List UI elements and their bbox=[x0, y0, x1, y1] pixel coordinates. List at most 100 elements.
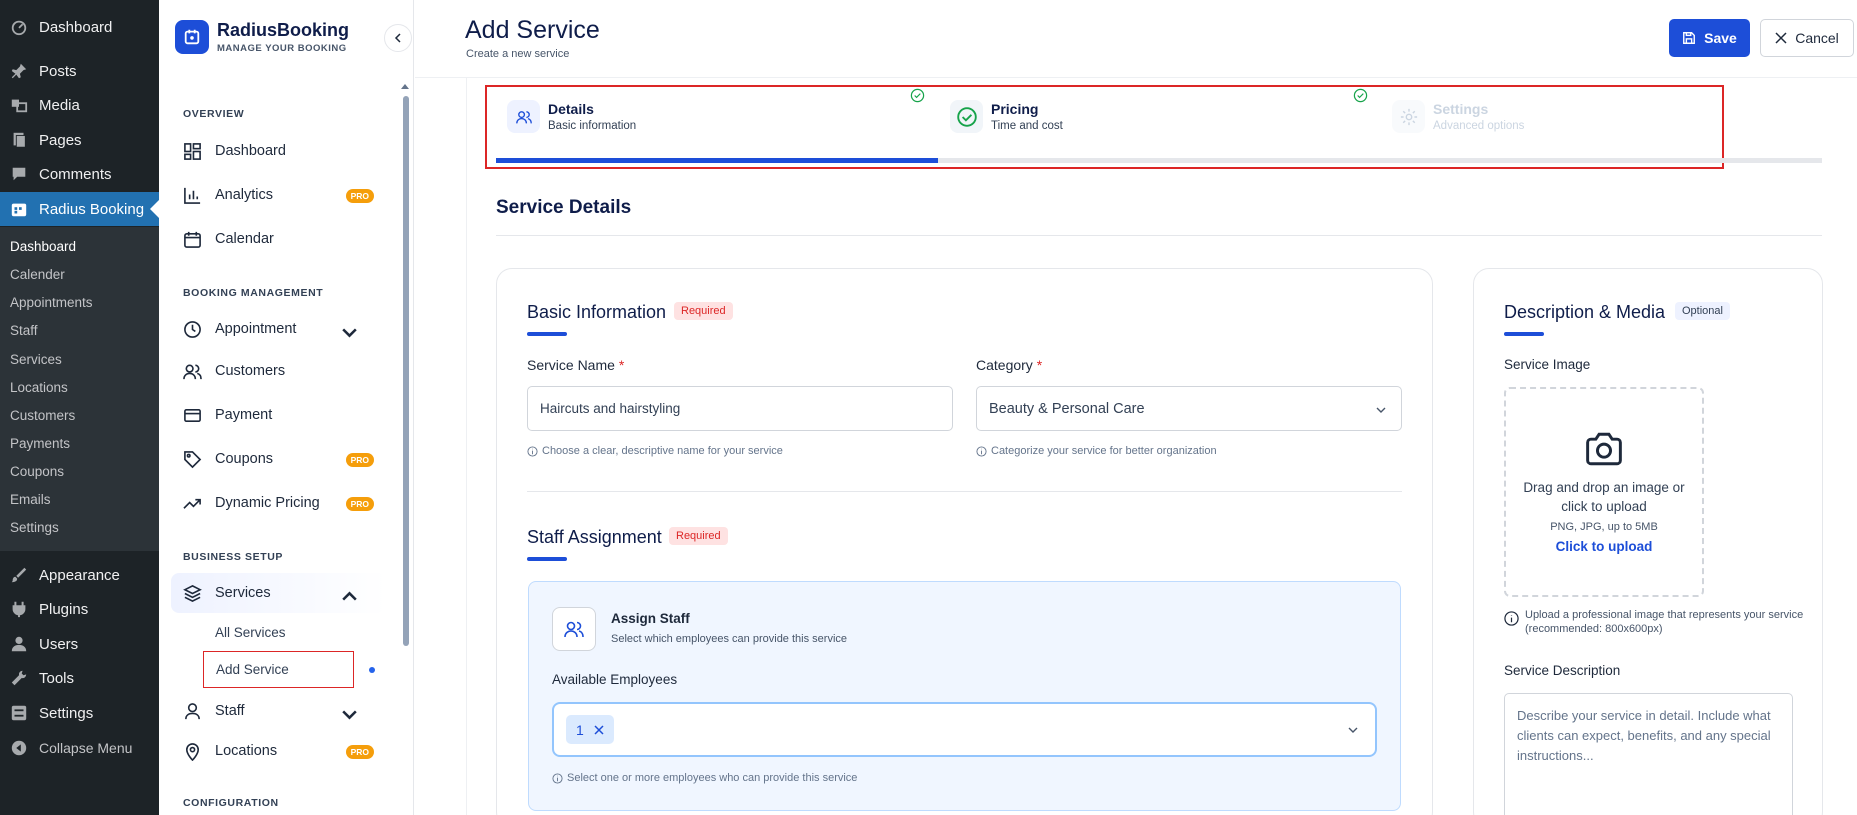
service-name-input[interactable]: Haircuts and hairstyling bbox=[527, 386, 953, 431]
nav-calendar[interactable]: Calendar bbox=[171, 219, 386, 259]
assign-staff-title: Assign Staff bbox=[611, 611, 690, 626]
chevron-down-icon bbox=[1376, 407, 1386, 413]
nav-locations[interactable]: Locations PRO bbox=[171, 731, 386, 771]
nav-dynamic-pricing[interactable]: Dynamic Pricing PRO bbox=[171, 483, 386, 523]
gear-icon bbox=[1392, 100, 1425, 133]
title-underline bbox=[1504, 332, 1544, 336]
nav-add-service[interactable]: Add Service bbox=[203, 651, 354, 688]
clock-icon bbox=[184, 320, 201, 338]
close-icon[interactable] bbox=[594, 724, 604, 735]
sidebar-collapse-button[interactable] bbox=[384, 24, 412, 52]
nav-label: Staff bbox=[215, 703, 245, 719]
scrollbar-up-arrow[interactable] bbox=[401, 84, 409, 89]
sidebar-scrollbar[interactable] bbox=[403, 96, 409, 646]
user-icon bbox=[11, 636, 27, 652]
wp-collapse-menu[interactable]: Collapse Menu bbox=[0, 731, 159, 765]
step-sub: Advanced options bbox=[1433, 120, 1525, 132]
nav-staff[interactable]: Staff bbox=[171, 691, 386, 731]
category-help: Categorize your service for better organ… bbox=[976, 445, 1217, 457]
nav-label: Add Service bbox=[216, 662, 289, 677]
close-icon bbox=[1775, 32, 1787, 44]
nav-label: Appointment bbox=[215, 321, 297, 337]
save-button[interactable]: Save bbox=[1669, 19, 1750, 57]
wp-submenu-staff[interactable]: Staff bbox=[0, 316, 159, 344]
wp-submenu-locations[interactable]: Locations bbox=[0, 373, 159, 401]
brand[interactable]: RadiusBooking MANAGE YOUR BOOKING bbox=[175, 20, 349, 54]
wp-submenu-payments[interactable]: Payments bbox=[0, 429, 159, 457]
wp-menu-posts[interactable]: Posts bbox=[0, 54, 159, 88]
image-dropzone[interactable]: Drag and drop an image or click to uploa… bbox=[1504, 387, 1704, 597]
wp-menu-comments[interactable]: Comments bbox=[0, 157, 159, 191]
required-badge: Required bbox=[674, 302, 733, 320]
nav-analytics[interactable]: Analytics PRO bbox=[171, 175, 386, 215]
wp-menu-radius-booking[interactable]: Radius Booking bbox=[0, 192, 159, 226]
optional-badge: Optional bbox=[1675, 302, 1730, 320]
wp-menu-label: Appearance bbox=[39, 566, 120, 584]
chevron-up-icon bbox=[342, 591, 357, 601]
wp-submenu-customers[interactable]: Customers bbox=[0, 401, 159, 429]
wp-menu-plugins[interactable]: Plugins bbox=[0, 592, 159, 626]
click-to-upload-link[interactable]: Click to upload bbox=[1506, 539, 1702, 554]
service-image-label: Service Image bbox=[1504, 357, 1591, 372]
bar-chart-icon bbox=[184, 187, 201, 204]
category-label: Category * bbox=[976, 357, 1042, 373]
nav-dashboard[interactable]: Dashboard bbox=[171, 131, 386, 171]
wp-menu-dashboard[interactable]: Dashboard bbox=[0, 10, 159, 44]
calendar-icon bbox=[184, 231, 201, 248]
step-details[interactable]: Details Basic information bbox=[507, 100, 636, 133]
wp-menu-media[interactable]: Media bbox=[0, 88, 159, 122]
title-underline bbox=[527, 557, 567, 561]
nav-services[interactable]: Services bbox=[171, 573, 386, 613]
wp-submenu-settings[interactable]: Settings bbox=[0, 513, 159, 541]
cancel-button[interactable]: Cancel bbox=[1760, 19, 1854, 57]
wp-menu-label: Comments bbox=[39, 165, 112, 183]
pages-icon bbox=[13, 132, 26, 148]
label-text: Category bbox=[976, 357, 1033, 373]
step-pricing[interactable]: Pricing Time and cost bbox=[950, 100, 1063, 133]
brush-icon bbox=[11, 567, 27, 583]
service-name-label: Service Name * bbox=[527, 357, 624, 373]
nav-label: Analytics bbox=[215, 187, 274, 203]
category-select[interactable]: Beauty & Personal Care bbox=[976, 386, 1402, 431]
employees-multiselect[interactable]: 1 bbox=[552, 702, 1377, 757]
service-description-textarea[interactable]: Describe your service in detail. Include… bbox=[1504, 693, 1793, 815]
nav-label: Calendar bbox=[215, 231, 274, 247]
nav-all-services[interactable]: All Services bbox=[215, 625, 286, 640]
nav-payment[interactable]: Payment bbox=[171, 395, 386, 435]
help-text: Select one or more employees who can pro… bbox=[567, 772, 858, 784]
wp-menu-settings[interactable]: Settings bbox=[0, 696, 159, 730]
chevron-down-icon bbox=[342, 710, 357, 720]
wp-menu-label: Settings bbox=[39, 704, 94, 722]
wp-submenu-services[interactable]: Services bbox=[0, 345, 159, 373]
wp-submenu-coupons[interactable]: Coupons bbox=[0, 457, 159, 485]
wp-submenu-calender[interactable]: Calender bbox=[0, 260, 159, 288]
nav-customers[interactable]: Customers bbox=[171, 351, 386, 391]
nav-appointment[interactable]: Appointment bbox=[171, 309, 386, 349]
info-icon bbox=[527, 445, 538, 457]
wp-menu-tools[interactable]: Tools bbox=[0, 661, 159, 695]
step-label: Details bbox=[548, 101, 594, 117]
wp-submenu-emails[interactable]: Emails bbox=[0, 485, 159, 513]
section-divider bbox=[496, 235, 1822, 236]
service-description-label: Service Description bbox=[1504, 663, 1621, 678]
wp-menu-pages[interactable]: Pages bbox=[0, 123, 159, 157]
page-header bbox=[415, 0, 1857, 78]
credit-card-icon bbox=[184, 408, 201, 422]
employee-chip[interactable]: 1 bbox=[566, 715, 614, 744]
chevron-left-icon bbox=[394, 33, 401, 43]
plugin-sidebar: RadiusBooking MANAGE YOUR BOOKING OVERVI… bbox=[159, 0, 414, 815]
required-badge: Required bbox=[669, 527, 728, 545]
wp-submenu-dashboard[interactable]: Dashboard bbox=[0, 232, 159, 260]
nav-coupons[interactable]: Coupons PRO bbox=[171, 439, 386, 479]
info-icon bbox=[552, 772, 563, 784]
page-subtitle: Create a new service bbox=[466, 48, 570, 60]
layers-icon bbox=[183, 584, 202, 602]
plugin-icon bbox=[12, 601, 26, 618]
section-title: Service Details bbox=[496, 197, 632, 218]
step-settings[interactable]: Settings Advanced options bbox=[1392, 100, 1524, 133]
wp-menu-users[interactable]: Users bbox=[0, 627, 159, 661]
info-icon bbox=[1504, 611, 1519, 626]
wp-submenu-appointments[interactable]: Appointments bbox=[0, 288, 159, 316]
wp-menu-appearance[interactable]: Appearance bbox=[0, 558, 159, 592]
stepper-progress-bar bbox=[496, 158, 1822, 163]
